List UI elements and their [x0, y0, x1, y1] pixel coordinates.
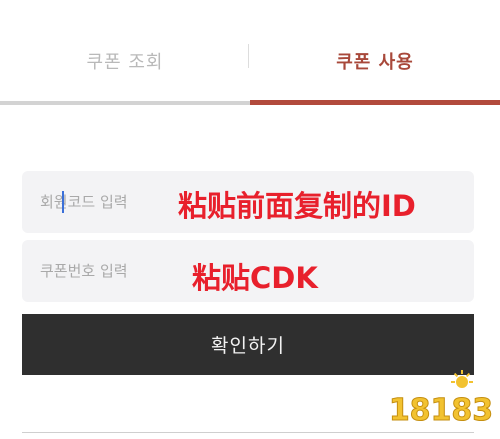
tab-coupon-use-label: 쿠폰 사용 — [336, 52, 414, 73]
text-caret — [62, 191, 64, 213]
tab-underline-active — [250, 100, 500, 105]
bottom-divider — [22, 432, 474, 433]
tab-divider — [248, 44, 249, 68]
member-code-input[interactable] — [40, 193, 180, 211]
member-code-annotation: 粘贴前面复制的ID — [178, 189, 416, 223]
coupon-tabs: 쿠폰 조회 쿠폰 사용 — [0, 0, 500, 106]
watermark-text: 18183 — [389, 393, 493, 428]
tab-coupon-lookup-label: 쿠폰 조회 — [86, 52, 164, 73]
tab-coupon-lookup[interactable]: 쿠폰 조회 — [0, 0, 250, 106]
watermark-sunburst-icon — [451, 370, 473, 388]
watermark-logo: 18183 — [388, 370, 494, 429]
coupon-number-input[interactable] — [40, 262, 180, 280]
tab-coupon-use[interactable]: 쿠폰 사용 — [250, 0, 500, 106]
coupon-number-annotation: 粘贴CDK — [192, 261, 318, 295]
confirm-button[interactable]: 확인하기 — [22, 314, 474, 375]
coupon-page: 쿠폰 조회 쿠폰 사용 粘贴前面复制的ID 粘贴CDK 확인하기 18183 — [0, 0, 500, 439]
tab-underline-inactive — [0, 101, 250, 105]
